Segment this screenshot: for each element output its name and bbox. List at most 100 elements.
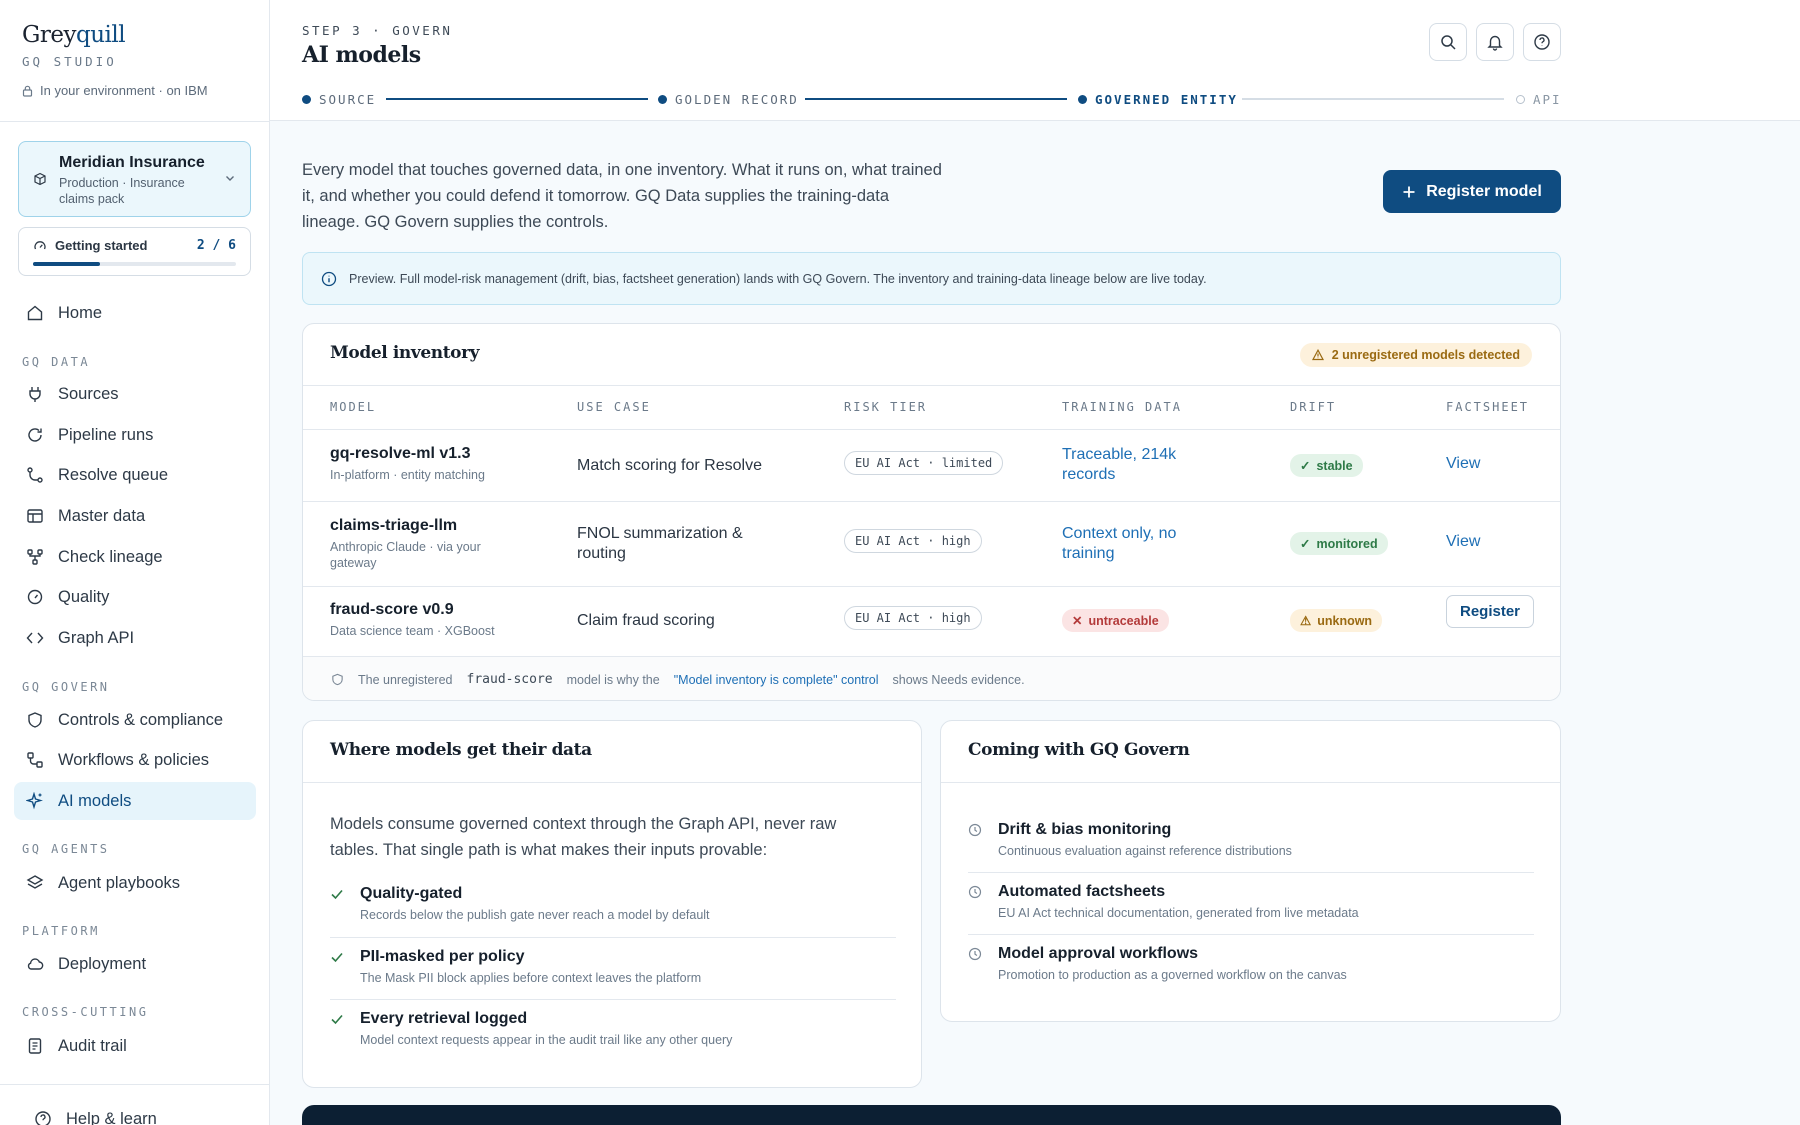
nav-check-lineage[interactable]: Check lineage [14, 538, 256, 576]
product-name: GQ STUDIO [22, 54, 117, 69]
preview-banner: Preview. Full model-risk management (dri… [302, 252, 1561, 305]
getting-started-count: 2 / 6 [196, 238, 236, 253]
coming-with-gq-govern-card: Coming with GQ Govern Drift & bias monit… [940, 720, 1561, 1022]
nav-ai-models[interactable]: AI models [14, 782, 256, 820]
risk-tier-badge: EU AI Act · high [844, 606, 982, 630]
column-header-drift[interactable]: DRIFT [1290, 400, 1336, 414]
warning-icon: ⚠ [1300, 614, 1312, 628]
lineage-icon [27, 549, 43, 565]
model-name: fraud-score v0.9 [330, 601, 454, 618]
column-header-model[interactable]: MODEL [330, 400, 376, 414]
getting-started-card[interactable]: Getting started 2 / 6 [18, 227, 251, 276]
clock-icon [968, 947, 982, 961]
lock-icon [22, 85, 33, 97]
nav-resolve-queue[interactable]: Resolve queue [14, 456, 256, 494]
stepper-line [805, 98, 1067, 100]
card-description: Models consume governed context through … [330, 815, 837, 859]
help-icon [35, 1111, 51, 1125]
column-header-risk-tier[interactable]: RISK TIER [844, 400, 927, 414]
table-row[interactable]: claims-triage-llm Anthropic Claude · via… [303, 501, 1560, 586]
where-models-get-data-card: Where models get their data Models consu… [302, 720, 922, 1088]
model-source: In-platform · entity matching [330, 468, 485, 482]
info-icon [321, 271, 337, 286]
stepper-step-golden-record[interactable]: GOLDEN RECORD [658, 92, 799, 107]
model-source: Data science team · XGBoost [330, 624, 495, 638]
footnote-text: shows Needs evidence. [892, 672, 1025, 687]
nav-workflows-policies[interactable]: Workflows & policies [14, 741, 256, 779]
nav-sources[interactable]: Sources [14, 375, 256, 413]
notifications-button[interactable] [1476, 23, 1514, 61]
bell-icon [1487, 35, 1503, 51]
table-row[interactable]: gq-resolve-ml v1.3 In-platform · entity … [303, 429, 1560, 501]
bottom-panel [302, 1105, 1561, 1125]
divider [0, 121, 270, 122]
control-link[interactable]: "Model inventory is complete" control [674, 673, 879, 687]
clock-icon [968, 823, 982, 837]
list-item: Model approval workflows Promotion to pr… [968, 945, 1534, 982]
nav-agent-playbooks[interactable]: Agent playbooks [14, 864, 256, 902]
box-icon [34, 172, 46, 186]
git-merge-icon [27, 467, 43, 483]
nav-section-gq-govern: GQ GOVERN [22, 680, 110, 694]
factsheet-view-link[interactable]: View [1446, 455, 1480, 473]
nav-master-data[interactable]: Master data [14, 497, 256, 535]
gauge-icon [27, 589, 43, 605]
step-dot [302, 95, 311, 104]
nav-help-learn[interactable]: Help & learn [22, 1100, 264, 1125]
table-row[interactable]: fraud-score v0.9 Data science team · XGB… [303, 586, 1560, 656]
divider [968, 872, 1534, 873]
card-title: Coming with GQ Govern [968, 740, 1190, 760]
training-data-link[interactable]: Traceable, 214k records [1062, 445, 1212, 485]
check-icon: ✓ [1300, 459, 1311, 473]
stepper-step-source[interactable]: SOURCE [302, 92, 376, 107]
factsheet-view-link[interactable]: View [1446, 533, 1480, 551]
list-item: Drift & bias monitoring Continuous evalu… [968, 821, 1534, 858]
x-icon: ✕ [1072, 614, 1083, 628]
refresh-icon [28, 428, 42, 442]
nav-controls-compliance[interactable]: Controls & compliance [14, 701, 256, 739]
nav-deployment[interactable]: Deployment [14, 945, 256, 983]
drift-status-badge: ⚠ unknown [1290, 609, 1383, 632]
register-factsheet-button[interactable]: Register [1446, 595, 1535, 628]
stepper-step-governed-entity[interactable]: GOVERNED ENTITY [1078, 92, 1238, 107]
register-model-button[interactable]: Register model [1383, 170, 1561, 213]
brand-logo[interactable]: Greyquill [22, 22, 208, 48]
column-header-factsheet[interactable]: FACTSHEET [1446, 400, 1529, 414]
document-icon [28, 1038, 42, 1054]
search-button[interactable] [1429, 23, 1467, 61]
column-header-training-data[interactable]: TRAINING DATA [1062, 400, 1182, 414]
sparkles-icon [26, 792, 43, 810]
step-dot [1078, 95, 1087, 104]
stepper-step-api[interactable]: API [1516, 92, 1562, 107]
model-inventory-card: Model inventory 2 unregistered models de… [302, 323, 1561, 701]
gauge-icon [34, 240, 46, 249]
column-header-use-case[interactable]: USE CASE [577, 400, 651, 414]
help-button[interactable] [1523, 23, 1561, 61]
nav-section-cross-cutting: CROSS-CUTTING [22, 1005, 149, 1019]
training-data-link[interactable]: Context only, no training [1062, 524, 1212, 564]
nav-pipeline-runs[interactable]: Pipeline runs [14, 416, 256, 454]
check-icon [331, 952, 343, 963]
shield-icon [332, 673, 343, 686]
org-switcher[interactable]: Meridian Insurance Production · Insuranc… [18, 141, 251, 217]
nav-quality[interactable]: Quality [14, 578, 256, 616]
nav-section-platform: PLATFORM [22, 924, 100, 938]
getting-started-progress [33, 262, 236, 266]
stepper-line [1242, 98, 1504, 100]
divider [330, 999, 896, 1000]
check-icon [331, 889, 343, 900]
environment-text: In your environment · on IBM [40, 83, 208, 98]
table-icon [27, 509, 43, 523]
top-header: STEP 3 · GOVERN AI models SOURCE GOLDEN … [270, 0, 1800, 121]
drift-status-badge: ✓ stable [1290, 454, 1363, 477]
nav-audit-trail[interactable]: Audit trail [14, 1027, 256, 1065]
footnote-code: fraud-score [466, 672, 553, 687]
step-label: STEP 3 · GOVERN [302, 23, 453, 38]
divider [330, 937, 896, 938]
shield-icon [28, 712, 42, 728]
card-title: Where models get their data [330, 740, 592, 760]
unregistered-warning-badge[interactable]: 2 unregistered models detected [1299, 343, 1532, 367]
nav-home[interactable]: Home [14, 294, 256, 332]
nav-section-gq-data: GQ DATA [22, 355, 91, 369]
nav-graph-api[interactable]: Graph API [14, 619, 256, 657]
